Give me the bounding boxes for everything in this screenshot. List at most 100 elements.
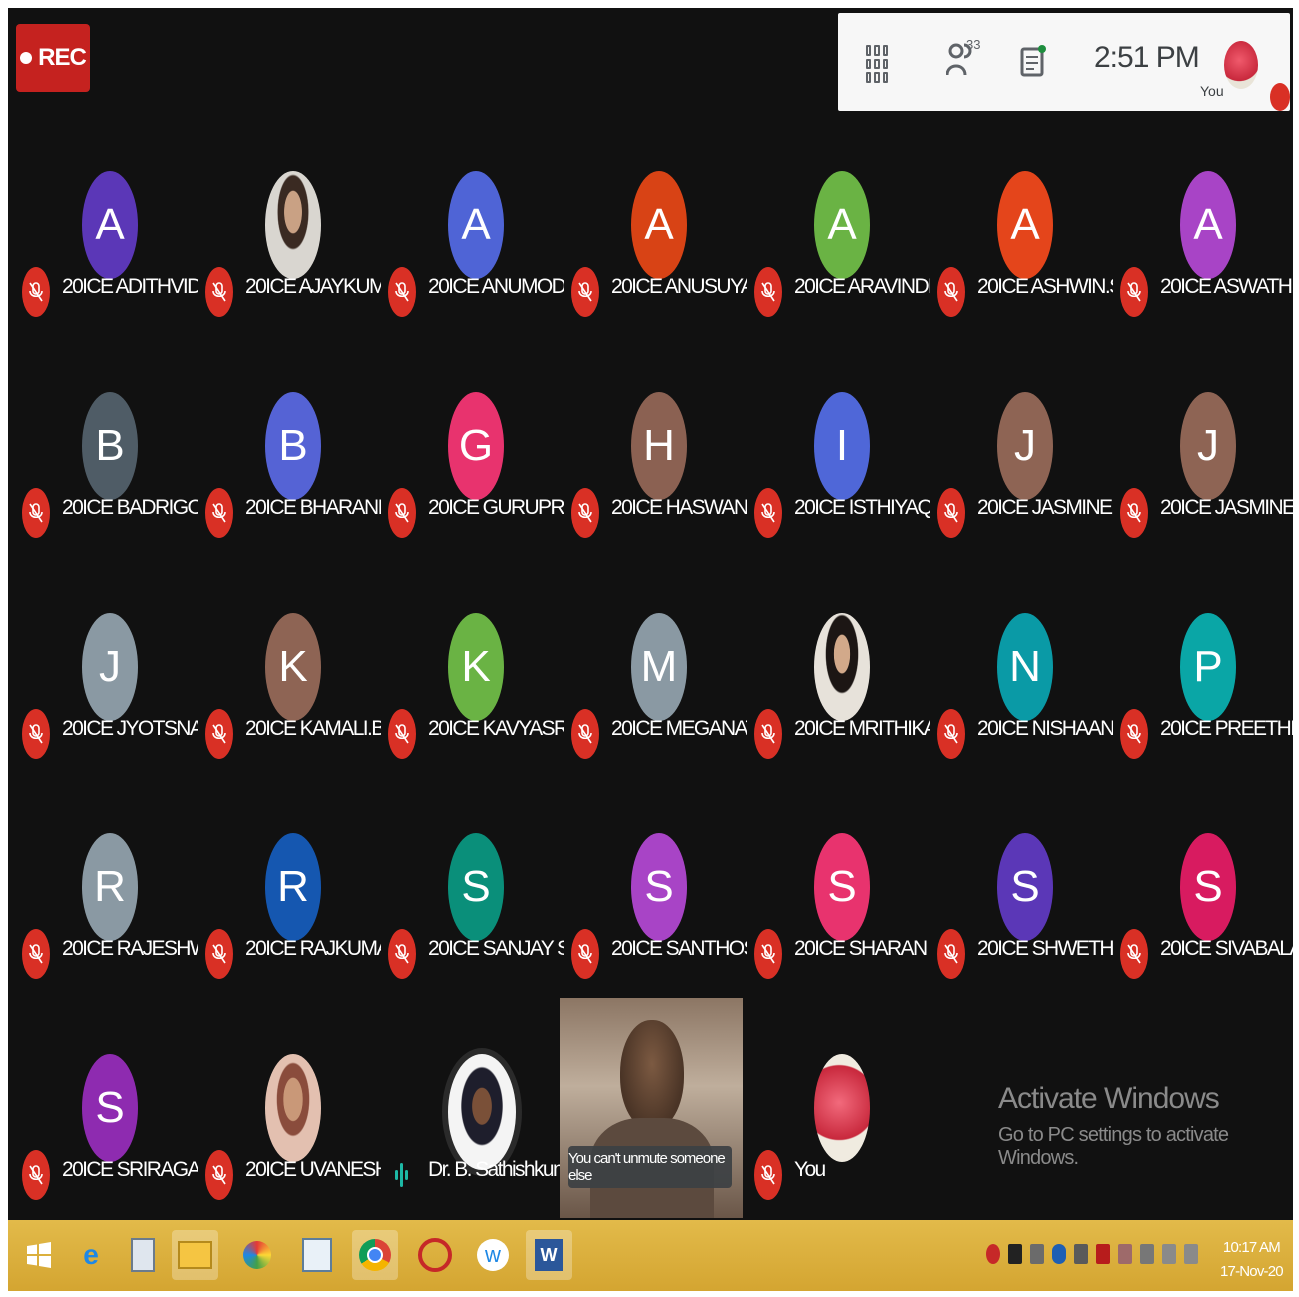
participant-initial-avatar: J <box>997 392 1053 500</box>
participant-tile[interactable]: S20ICE SHARAN B. <box>748 833 931 1053</box>
action-center-icon[interactable] <box>1140 1244 1154 1264</box>
word-icon[interactable]: W <box>526 1230 572 1280</box>
participant-tile[interactable]: A 20ICE ASHWIN.S <box>931 171 1114 391</box>
self-avatar[interactable] <box>1224 41 1258 89</box>
mic-off-icon <box>388 488 416 538</box>
participant-tile[interactable]: A20ICE ANUMODH S. <box>382 171 565 391</box>
participant-tile[interactable]: K20ICE KAVYASRI K. <box>382 613 565 833</box>
recording-label: REC <box>38 44 87 71</box>
volume-icon[interactable] <box>1184 1244 1198 1264</box>
participant-name: 20ICE SANJAY SU... <box>428 937 564 960</box>
mic-off-icon <box>937 488 965 538</box>
participant-tile[interactable]: S20ICE SHWETHAB... <box>931 833 1114 1053</box>
mic-off-icon <box>1120 488 1148 538</box>
participant-photo <box>265 171 321 279</box>
participant-name: 20ICE UVANESHW... <box>245 1158 381 1181</box>
participant-name: 20ICE SIVABALAN... <box>1160 937 1293 960</box>
display-tray-icon[interactable] <box>1074 1244 1088 1264</box>
system-date: 17-Nov-20 <box>1220 1263 1284 1280</box>
participant-tile[interactable]: 20ICE AJAYKUMA... <box>199 171 382 391</box>
participant-tile[interactable]: H20ICE HASWANT... <box>565 392 748 612</box>
participant-initial-avatar: R <box>82 833 138 941</box>
participant-tile[interactable]: B20ICE BHARANID... <box>199 392 382 612</box>
paint-icon[interactable] <box>234 1230 280 1280</box>
participant-name: 20ICE NISHAAN.K.S <box>977 717 1113 740</box>
participant-tile[interactable]: N20ICE NISHAAN.K.S <box>931 613 1114 833</box>
participant-name: Dr. B. Sathishkum... <box>428 1158 564 1181</box>
snipping-tool-icon[interactable] <box>412 1230 458 1280</box>
usb-tray-icon[interactable] <box>1030 1244 1044 1264</box>
watermark-subtitle: Go to PC settings to activate Windows. <box>998 1124 1229 1169</box>
chat-icon[interactable] <box>1020 43 1050 83</box>
mic-off-icon <box>205 1150 233 1200</box>
participant-initial-avatar: A <box>82 171 138 279</box>
participant-name: 20ICE ANUSUYA M. <box>611 275 747 298</box>
participant-tile[interactable]: A20ICE ADITHVIDH... <box>16 171 199 391</box>
participant-tile[interactable]: M20ICE MEGANATH... <box>565 613 748 833</box>
participant-tile[interactable]: R20ICE RAJESHWA... <box>16 833 199 1053</box>
participant-tile[interactable]: A20ICE ARAVINDH ... <box>748 171 931 391</box>
calculator-icon[interactable] <box>120 1230 166 1280</box>
system-time: 10:17 AM <box>1222 1239 1281 1256</box>
wifi-signal-icon[interactable] <box>1162 1244 1176 1264</box>
participant-tile[interactable]: J20ICE JYOTSNA P. <box>16 613 199 833</box>
chrome-icon[interactable] <box>352 1230 398 1280</box>
participant-tile[interactable]: J20ICE JASMINE IL... <box>931 392 1114 612</box>
participant-initial-avatar: J <box>82 613 138 721</box>
mic-off-icon <box>22 488 50 538</box>
mic-off-icon <box>937 709 965 759</box>
system-clock[interactable]: 10:17 AM 17-Nov-20 <box>1220 1236 1284 1284</box>
participant-name: 20ICE GURUPRAS... <box>428 496 564 519</box>
participant-initial-avatar: R <box>265 833 321 941</box>
mic-off-icon <box>571 267 599 317</box>
mic-off-icon <box>937 267 965 317</box>
participant-tile[interactable]: S20ICE SIVABALAN... <box>1114 833 1293 1053</box>
file-explorer-icon[interactable] <box>172 1230 218 1280</box>
self-label: You <box>1200 83 1224 99</box>
presenter-video[interactable]: You can't unmute someone else <box>560 998 743 1218</box>
participant-tile[interactable]: J20ICE JASMINE IL... <box>1114 392 1293 612</box>
participant-tile[interactable]: I20ICE ISTHIYAQA... <box>748 392 931 612</box>
mic-off-icon <box>388 929 416 979</box>
mic-off-icon <box>1120 267 1148 317</box>
participant-name: 20ICE ANUMODH S. <box>428 275 564 298</box>
participant-initial-avatar: N <box>997 613 1053 721</box>
participant-name: 20ICE HASWANT... <box>611 496 747 519</box>
participant-initial-avatar: A <box>997 171 1053 279</box>
mic-off-icon <box>22 709 50 759</box>
participant-name: 20ICE KAVYASRI K. <box>428 717 564 740</box>
mic-off-icon <box>22 267 50 317</box>
participant-tile[interactable]: A20ICE ASWATH J.S. <box>1114 171 1293 391</box>
participant-tile[interactable]: 20ICE MRITHIKA S. <box>748 613 931 833</box>
participant-tile[interactable]: R20ICE RAJKUMAR.S <box>199 833 382 1053</box>
windows-taskbar: e w W 10:17 AM 17-Nov-20 <box>8 1220 1293 1291</box>
grid-layout-icon[interactable] <box>866 45 888 83</box>
internet-explorer-icon[interactable]: e <box>68 1230 114 1280</box>
participant-initial-avatar: P <box>1180 613 1236 721</box>
security-tray-icon[interactable] <box>1096 1244 1110 1264</box>
recording-badge: REC <box>16 24 90 92</box>
mic-off-icon <box>1270 83 1290 111</box>
flag-tray-icon[interactable] <box>1118 1244 1132 1264</box>
windows-start-icon[interactable] <box>16 1230 62 1280</box>
participant-name: 20ICE ISTHIYAQA... <box>794 496 930 519</box>
webex-icon[interactable]: w <box>470 1230 516 1280</box>
participant-tile[interactable]: A20ICE ANUSUYA M. <box>565 171 748 391</box>
participant-name: 20ICE BHARANID... <box>245 496 381 519</box>
bluetooth-tray-icon[interactable] <box>1052 1244 1066 1264</box>
antivirus-tray-icon[interactable] <box>986 1244 1000 1264</box>
network-error-tray-icon[interactable] <box>1008 1244 1022 1264</box>
mic-off-icon <box>205 709 233 759</box>
notepad-icon[interactable] <box>294 1230 340 1280</box>
people-icon[interactable]: 33 <box>945 37 986 85</box>
participant-name: 20ICE SHWETHAB... <box>977 937 1113 960</box>
participant-tile[interactable]: G20ICE GURUPRAS... <box>382 392 565 612</box>
participant-tile[interactable]: K 20ICE KAMALI.B <box>199 613 382 833</box>
self-tile-name: You <box>794 1158 826 1181</box>
participant-tile[interactable]: P20ICE PREETHIKA... <box>1114 613 1293 833</box>
participant-initial-avatar: K <box>265 613 321 721</box>
participant-photo <box>442 1048 522 1176</box>
participant-name: 20ICE JASMINE IL... <box>1160 496 1293 519</box>
participant-tile[interactable]: S20ICE SANJAY SU... <box>382 833 565 1053</box>
participant-tile[interactable]: B20ICE BADRIGOPA... <box>16 392 199 612</box>
